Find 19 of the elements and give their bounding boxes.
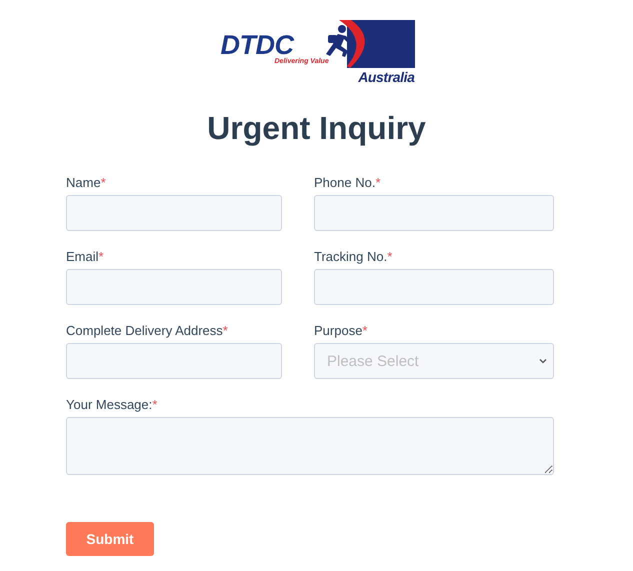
- text-field[interactable]: [66, 343, 282, 379]
- text-field[interactable]: [66, 269, 282, 305]
- submit-button[interactable]: Submit: [66, 522, 154, 556]
- swoosh-icon: [338, 20, 414, 68]
- text-field[interactable]: [66, 195, 282, 231]
- field-label: Name*: [66, 176, 106, 190]
- text-field[interactable]: [314, 269, 554, 305]
- chevron-icon: [539, 358, 547, 364]
- field-label: Email*: [66, 250, 104, 264]
- message-field[interactable]: [66, 417, 554, 475]
- field-label: Purpose*: [314, 324, 368, 338]
- field-label: Your Message:*: [66, 398, 158, 412]
- field-label: Tracking No.*: [314, 250, 392, 264]
- page-title: Urgent Inquiry: [207, 109, 426, 148]
- field-label: Complete Delivery Address*: [66, 324, 228, 338]
- select-field[interactable]: Please Select: [314, 343, 554, 379]
- text-field[interactable]: [314, 195, 554, 231]
- logo-region: Australia: [358, 69, 414, 86]
- field-label: Phone No.*: [314, 176, 380, 190]
